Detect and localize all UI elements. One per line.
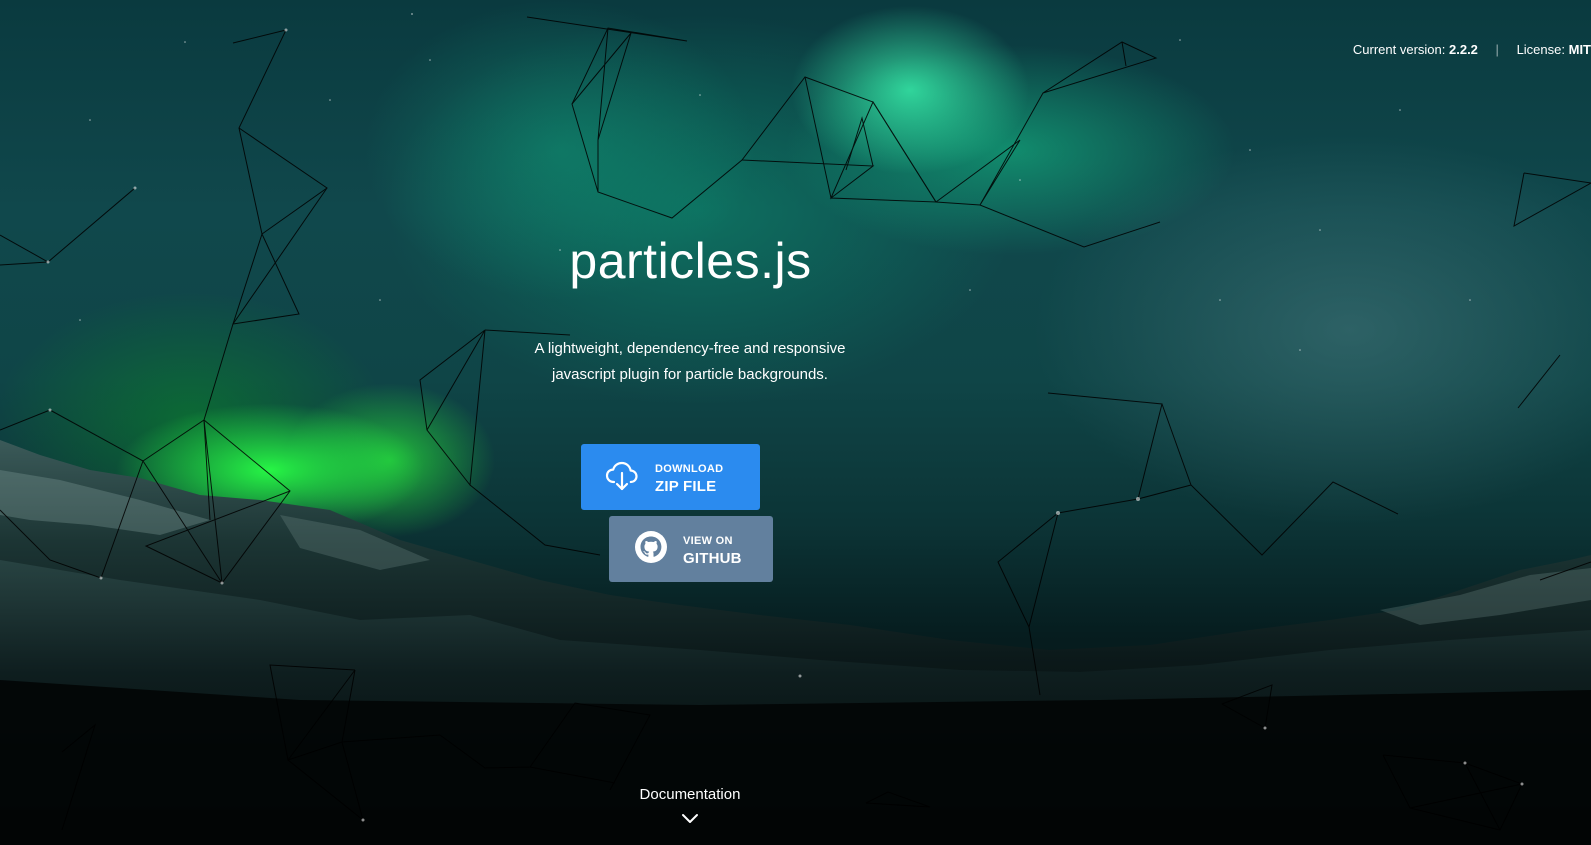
download-button-line-2: ZIP FILE (655, 478, 717, 495)
github-button-line-2: GITHUB (683, 550, 742, 567)
download-zip-button[interactable]: DOWNLOAD ZIP FILE (581, 444, 760, 510)
tagline-line-1: A lightweight, dependency-free and respo… (534, 340, 846, 357)
tagline: A lightweight, dependency-free and respo… (490, 336, 890, 388)
github-icon (635, 531, 667, 563)
divider: | (1495, 42, 1499, 57)
license-label: License: (1516, 42, 1565, 57)
download-button-line-1: DOWNLOAD (655, 463, 724, 475)
particle-network (0, 13, 1591, 831)
page-title: particles.js (569, 233, 812, 289)
view-on-github-button[interactable]: VIEW ON GITHUB (609, 516, 773, 582)
github-button-line-1: VIEW ON (683, 535, 733, 547)
particles-hero: Current version: 2.2.2 | License: MIT pa… (0, 0, 1591, 845)
chevron-down-icon[interactable] (681, 812, 699, 824)
version-label: Current version: (1352, 42, 1446, 57)
version-value: 2.2.2 (1449, 42, 1478, 57)
tagline-line-2: javascript plugin for particle backgroun… (552, 366, 828, 383)
license-value: MIT (1568, 42, 1591, 57)
version-info-bar: Current version: 2.2.2 | License: MIT (1353, 42, 1591, 57)
cloud-download-icon (605, 461, 638, 491)
documentation-link[interactable]: Documentation (590, 786, 790, 803)
